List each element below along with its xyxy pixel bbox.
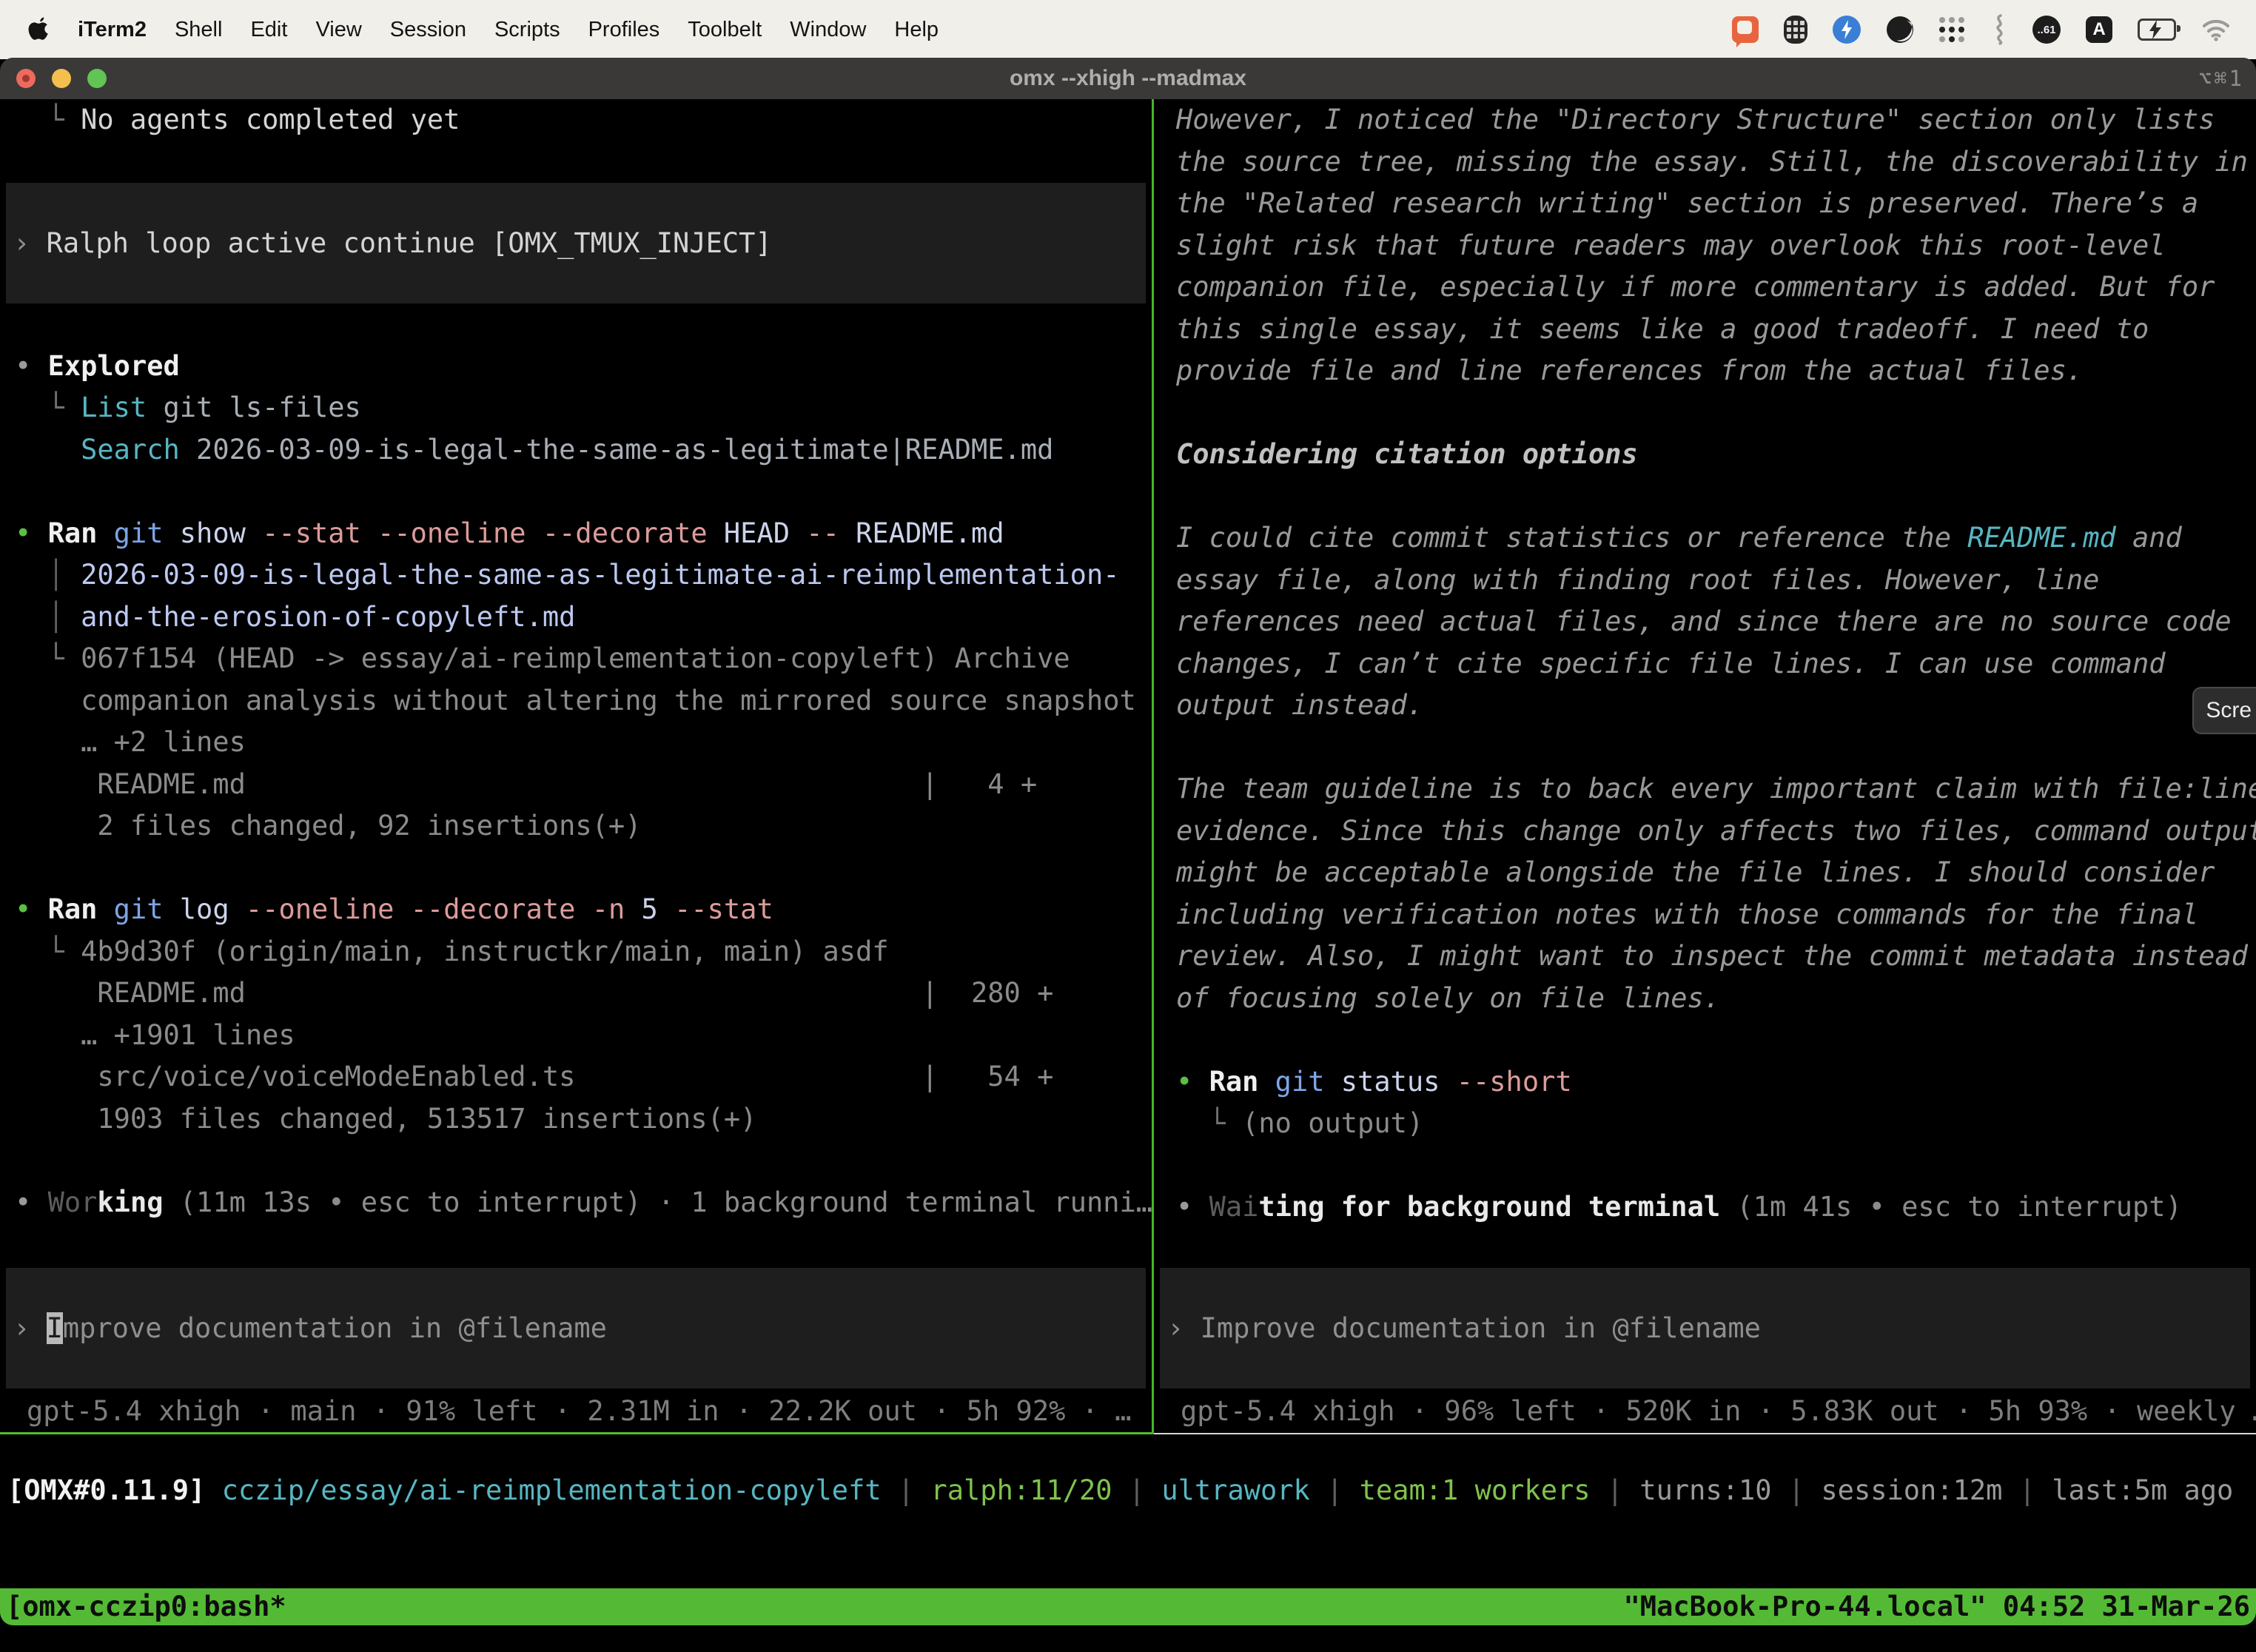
- blank-line: [0, 303, 1152, 346]
- menu-bar: iTerm2ShellEditViewSessionScriptsProfile…: [0, 0, 2256, 59]
- terminal-line: └ No agents completed yet: [0, 99, 1152, 141]
- tmux-session-label: [omx-cczip0:bash*: [6, 1588, 286, 1625]
- menu-item-view[interactable]: View: [301, 18, 375, 42]
- a-square-icon[interactable]: A: [2086, 16, 2112, 43]
- moon-circle-icon[interactable]: [1886, 15, 1914, 44]
- terminal-line: Search 2026-03-09-is-legal-the-same-as-l…: [0, 429, 1152, 471]
- title-bar[interactable]: omx --xhigh --madmax ⌥⌘1: [0, 58, 2256, 99]
- blank-line: [1154, 476, 2256, 518]
- menu-item-help[interactable]: Help: [880, 18, 953, 42]
- terminal-line: 1903 files changed, 513517 insertions(+): [0, 1098, 1152, 1141]
- squiggle-icon[interactable]: [1990, 15, 2007, 44]
- left-pane-scrollback: └ No agents completed yet › Ralph loop ac…: [0, 99, 1152, 1223]
- window-shortcut-badge: ⌥⌘1: [2199, 58, 2244, 99]
- terminal-line: changes, I can’t cite specific file line…: [1154, 643, 2256, 685]
- terminal-line: might be acceptable alongside the file l…: [1154, 852, 2256, 894]
- apple-icon[interactable]: [27, 16, 52, 41]
- wifi-icon[interactable]: [2201, 15, 2231, 44]
- left-prompt-input[interactable]: › Improve documentation in @filename: [6, 1268, 1146, 1389]
- right-input-line: › Improve documentation in @filename: [1160, 1312, 1761, 1344]
- terminal-line: the source tree, missing the essay. Stil…: [1154, 141, 2256, 184]
- terminal-line: The team guideline is to back every impo…: [1154, 768, 2256, 810]
- screen-share-tooltip[interactable]: Scre: [2192, 687, 2256, 734]
- iterm-window: omx --xhigh --madmax ⌥⌘1 └ No agents com…: [0, 58, 2256, 1625]
- terminal-line: of focusing solely on file lines.: [1154, 978, 2256, 1020]
- terminal-line: • Explored: [0, 346, 1152, 388]
- bolt-circle-icon[interactable]: [1833, 15, 1861, 44]
- omx-status-line: [OMX#0.11.9] cczip/essay/ai-reimplementa…: [0, 1470, 2256, 1511]
- blank-line: [1154, 392, 2256, 434]
- terminal-line: I could cite commit statistics or refere…: [1154, 517, 2256, 560]
- terminal-line: essay file, along with finding root file…: [1154, 560, 2256, 602]
- menu-item-profiles[interactable]: Profiles: [574, 18, 674, 42]
- terminal-line: output instead.: [1154, 685, 2256, 727]
- menu-items: iTerm2ShellEditViewSessionScriptsProfile…: [0, 16, 953, 44]
- terminal-line: • Ran git status --short: [1154, 1061, 2256, 1104]
- menu-item-window[interactable]: Window: [776, 18, 880, 42]
- menu-item-edit[interactable]: Edit: [236, 18, 301, 42]
- terminal-line: └ 067f154 (HEAD -> essay/ai-reimplementa…: [0, 638, 1152, 680]
- window-title: omx --xhigh --madmax: [0, 58, 2256, 99]
- terminal-line: │ 2026-03-09-is-legal-the-same-as-legiti…: [0, 554, 1152, 597]
- terminal-line: including verification notes with those …: [1154, 894, 2256, 936]
- terminal-line: └ List git ls-files: [0, 387, 1152, 429]
- terminal-line: README.md | 4 +: [0, 764, 1152, 806]
- inline-input-box: › Ralph loop active continue [OMX_TMUX_I…: [6, 183, 1146, 303]
- right-terminal-pane[interactable]: However, I noticed the "Directory Struct…: [1154, 99, 2256, 1434]
- terminal-line: src/voice/voiceModeEnabled.ts | 54 +: [0, 1056, 1152, 1098]
- right-pane-scrollback: However, I noticed the "Directory Struct…: [1154, 99, 2256, 1229]
- left-terminal-pane[interactable]: └ No agents completed yet › Ralph loop ac…: [0, 99, 1152, 1434]
- terminal-line: • Working (11m 13s • esc to interrupt) ·…: [0, 1182, 1152, 1224]
- menu-item-shell[interactable]: Shell: [161, 18, 237, 42]
- blank-line: [0, 1140, 1152, 1182]
- left-model-status: gpt-5.4 xhigh · main · 91% left · 2.31M …: [0, 1391, 1152, 1432]
- grid-dots-icon[interactable]: [1939, 15, 1964, 44]
- terminal-line: companion file, especially if more comme…: [1154, 266, 2256, 309]
- terminal-line: 2 files changed, 92 insertions(+): [0, 805, 1152, 847]
- battery-icon[interactable]: [2138, 15, 2176, 44]
- left-input-line: › Improve documentation in @filename: [6, 1312, 607, 1344]
- shield-grid-icon[interactable]: [1784, 15, 1807, 44]
- blank-line: [0, 471, 1152, 513]
- terminal-line: the "Related research writing" section i…: [1154, 183, 2256, 225]
- blank-line: [1154, 727, 2256, 769]
- terminal-line: • Waiting for background terminal (1m 41…: [1154, 1186, 2256, 1229]
- terminal-line: companion analysis without altering the …: [0, 680, 1152, 722]
- inline-input-line: › Ralph loop active continue [OMX_TMUX_I…: [6, 227, 772, 259]
- menu-bar-status-icons: ..61 A: [1732, 15, 2256, 44]
- right-prompt-input[interactable]: › Improve documentation in @filename: [1160, 1268, 2250, 1389]
- tmux-host-clock: "MacBook-Pro-44.local" 04:52 31-Mar-26: [1624, 1588, 2250, 1625]
- terminal-line: └ 4b9d30f (origin/main, instructkr/main,…: [0, 931, 1152, 973]
- menu-item-toolbelt[interactable]: Toolbelt: [674, 18, 776, 42]
- blank-line: [1154, 1019, 2256, 1061]
- terminal-line: slight risk that future readers may over…: [1154, 225, 2256, 267]
- terminal-line: references need actual files, and since …: [1154, 601, 2256, 643]
- menu-item-iterm2[interactable]: iTerm2: [64, 18, 161, 42]
- tmux-panes: └ No agents completed yet › Ralph loop ac…: [0, 99, 2256, 1434]
- terminal-line: provide file and line references from th…: [1154, 350, 2256, 392]
- tmux-status-bar: [omx-cczip0:bash* "MacBook-Pro-44.local"…: [0, 1588, 2256, 1625]
- terminal-line: └ (no output): [1154, 1103, 2256, 1145]
- terminal-line: … +1901 lines: [0, 1015, 1152, 1057]
- terminal-line: … +2 lines: [0, 722, 1152, 764]
- chat-icon[interactable]: [1732, 15, 1759, 44]
- terminal-line: However, I noticed the "Directory Struct…: [1154, 99, 2256, 141]
- terminal-line: README.md | 280 +: [0, 973, 1152, 1015]
- blank-line: [0, 847, 1152, 890]
- menu-item-session[interactable]: Session: [376, 18, 480, 42]
- battery-percent-icon[interactable]: ..61: [2032, 16, 2061, 44]
- right-model-status: gpt-5.4 xhigh · 96% left · 520K in · 5.8…: [1154, 1391, 2256, 1432]
- terminal-line: Considering citation options: [1154, 434, 2256, 476]
- terminal-line: • Ran git log --oneline --decorate -n 5 …: [0, 889, 1152, 931]
- blank-line: [1154, 1145, 2256, 1187]
- menu-item-scripts[interactable]: Scripts: [480, 18, 574, 42]
- terminal-line: evidence. Since this change only affects…: [1154, 810, 2256, 853]
- terminal-line: review. Also, I might want to inspect th…: [1154, 936, 2256, 978]
- terminal-line: • Ran git show --stat --oneline --decora…: [0, 513, 1152, 555]
- blank-line: [0, 141, 1152, 184]
- terminal-line: this single essay, it seems like a good …: [1154, 309, 2256, 351]
- terminal-line: │ and-the-erosion-of-copyleft.md: [0, 597, 1152, 639]
